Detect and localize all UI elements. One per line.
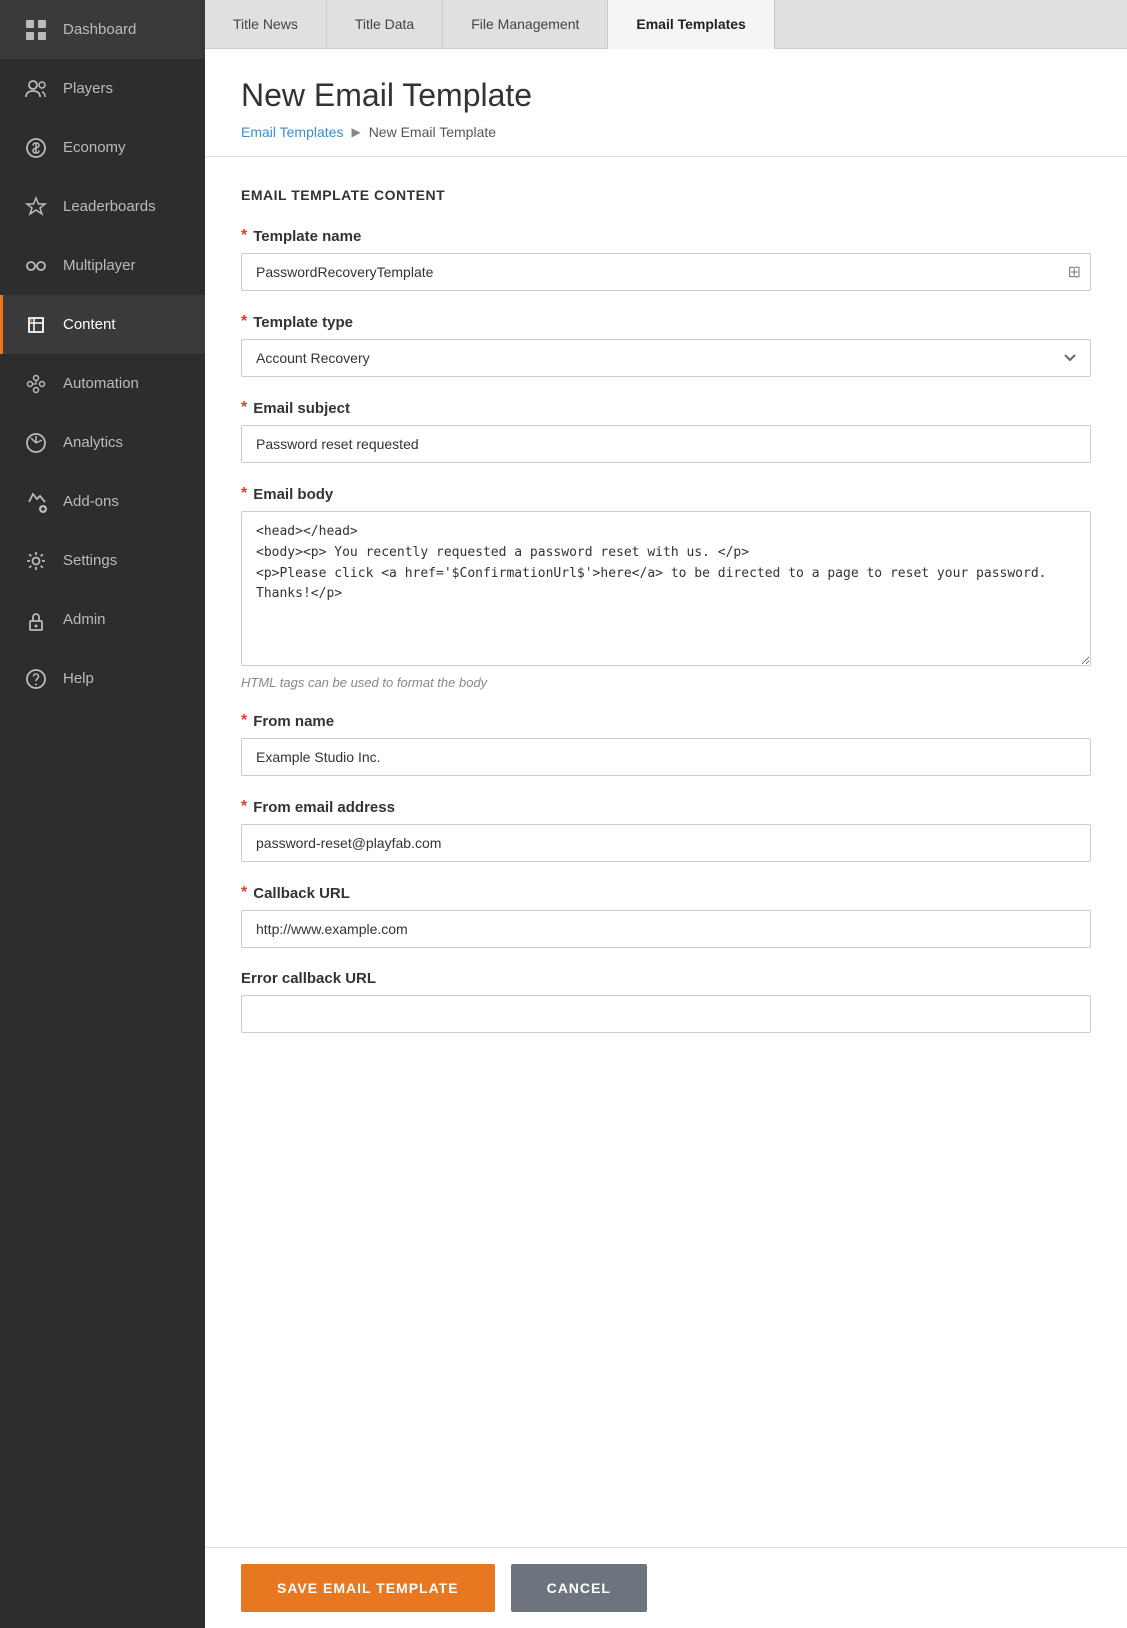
from-email-input[interactable] bbox=[241, 824, 1091, 862]
sidebar-label-economy: Economy bbox=[63, 139, 126, 156]
email-body-group: * Email body <head></head> <body><p> You… bbox=[241, 485, 1091, 690]
template-name-label: * Template name bbox=[241, 227, 1091, 245]
grid-icon bbox=[23, 18, 49, 41]
template-type-group: * Template type Account Recovery Custom bbox=[241, 313, 1091, 377]
admin-icon bbox=[23, 608, 49, 631]
error-callback-group: Error callback URL bbox=[241, 970, 1091, 1033]
from-email-group: * From email address bbox=[241, 798, 1091, 862]
addons-icon bbox=[23, 490, 49, 513]
page-header: New Email Template Email Templates ▶ New… bbox=[205, 49, 1127, 157]
top-tabs: Title News Title Data File Management Em… bbox=[205, 0, 1127, 49]
required-star-from-name: * bbox=[241, 712, 247, 730]
template-name-wrapper: ⊞ bbox=[241, 253, 1091, 291]
email-subject-group: * Email subject bbox=[241, 399, 1091, 463]
required-star-callback: * bbox=[241, 884, 247, 902]
required-star-name: * bbox=[241, 227, 247, 245]
leaderboards-icon bbox=[23, 195, 49, 218]
sidebar: Dashboard Players Economy Leader bbox=[0, 0, 205, 1628]
tab-file-management[interactable]: File Management bbox=[443, 0, 608, 48]
breadcrumb: Email Templates ▶ New Email Template bbox=[241, 124, 1091, 140]
multiplayer-icon bbox=[23, 254, 49, 277]
from-name-input[interactable] bbox=[241, 738, 1091, 776]
email-body-label: * Email body bbox=[241, 485, 1091, 503]
sidebar-label-automation: Automation bbox=[63, 375, 139, 392]
email-body-hint: HTML tags can be used to format the body bbox=[241, 675, 1091, 690]
tab-title-data[interactable]: Title Data bbox=[327, 0, 443, 48]
sidebar-label-analytics: Analytics bbox=[63, 434, 123, 451]
sidebar-label-admin: Admin bbox=[63, 611, 106, 628]
sidebar-label-content: Content bbox=[63, 316, 116, 333]
footer-bar: SAVE EMAIL TEMPLATE CANCEL bbox=[205, 1547, 1127, 1628]
sidebar-item-addons[interactable]: Add-ons bbox=[0, 472, 205, 531]
template-type-select[interactable]: Account Recovery Custom bbox=[241, 339, 1091, 377]
players-icon bbox=[23, 77, 49, 100]
email-subject-label: * Email subject bbox=[241, 399, 1091, 417]
breadcrumb-separator: ▶ bbox=[351, 125, 360, 139]
template-name-group: * Template name ⊞ bbox=[241, 227, 1091, 291]
tab-email-templates[interactable]: Email Templates bbox=[608, 0, 774, 49]
sidebar-item-analytics[interactable]: Analytics bbox=[0, 413, 205, 472]
main-content: Title News Title Data File Management Em… bbox=[205, 0, 1127, 1628]
analytics-icon bbox=[23, 431, 49, 454]
sidebar-label-multiplayer: Multiplayer bbox=[63, 257, 136, 274]
help-icon bbox=[23, 667, 49, 690]
sidebar-item-settings[interactable]: Settings bbox=[0, 531, 205, 590]
economy-icon bbox=[23, 136, 49, 159]
form-area: EMAIL TEMPLATE CONTENT * Template name ⊞… bbox=[205, 157, 1127, 1628]
template-name-icon: ⊞ bbox=[1068, 262, 1081, 282]
callback-url-label: * Callback URL bbox=[241, 884, 1091, 902]
sidebar-item-dashboard[interactable]: Dashboard bbox=[0, 0, 205, 59]
sidebar-item-admin[interactable]: Admin bbox=[0, 590, 205, 649]
section-title: EMAIL TEMPLATE CONTENT bbox=[241, 187, 1091, 203]
sidebar-item-economy[interactable]: Economy bbox=[0, 118, 205, 177]
automation-icon bbox=[23, 372, 49, 395]
breadcrumb-current: New Email Template bbox=[369, 124, 496, 140]
template-type-label: * Template type bbox=[241, 313, 1091, 331]
cancel-button[interactable]: CANCEL bbox=[511, 1564, 647, 1612]
required-star-from-email: * bbox=[241, 798, 247, 816]
template-name-input[interactable] bbox=[241, 253, 1091, 291]
page-title: New Email Template bbox=[241, 77, 1091, 114]
sidebar-item-automation[interactable]: Automation bbox=[0, 354, 205, 413]
sidebar-label-players: Players bbox=[63, 80, 113, 97]
email-subject-input[interactable] bbox=[241, 425, 1091, 463]
from-email-label: * From email address bbox=[241, 798, 1091, 816]
error-callback-label: Error callback URL bbox=[241, 970, 1091, 987]
sidebar-label-addons: Add-ons bbox=[63, 493, 119, 510]
callback-url-input[interactable] bbox=[241, 910, 1091, 948]
required-star-type: * bbox=[241, 313, 247, 331]
content-icon bbox=[23, 313, 49, 336]
from-name-label: * From name bbox=[241, 712, 1091, 730]
required-star-body: * bbox=[241, 485, 247, 503]
sidebar-item-players[interactable]: Players bbox=[0, 59, 205, 118]
error-callback-input[interactable] bbox=[241, 995, 1091, 1033]
sidebar-item-help[interactable]: Help bbox=[0, 649, 205, 708]
from-name-group: * From name bbox=[241, 712, 1091, 776]
required-star-subject: * bbox=[241, 399, 247, 417]
sidebar-item-leaderboards[interactable]: Leaderboards bbox=[0, 177, 205, 236]
settings-icon bbox=[23, 549, 49, 572]
sidebar-item-multiplayer[interactable]: Multiplayer bbox=[0, 236, 205, 295]
callback-url-group: * Callback URL bbox=[241, 884, 1091, 948]
breadcrumb-link[interactable]: Email Templates bbox=[241, 124, 343, 140]
sidebar-label-help: Help bbox=[63, 670, 94, 687]
email-body-textarea[interactable]: <head></head> <body><p> You recently req… bbox=[241, 511, 1091, 666]
sidebar-label-leaderboards: Leaderboards bbox=[63, 198, 156, 215]
sidebar-label-dashboard: Dashboard bbox=[63, 21, 136, 38]
sidebar-item-content[interactable]: Content bbox=[0, 295, 205, 354]
tab-title-news[interactable]: Title News bbox=[205, 0, 327, 48]
save-button[interactable]: SAVE EMAIL TEMPLATE bbox=[241, 1564, 495, 1612]
sidebar-label-settings: Settings bbox=[63, 552, 117, 569]
